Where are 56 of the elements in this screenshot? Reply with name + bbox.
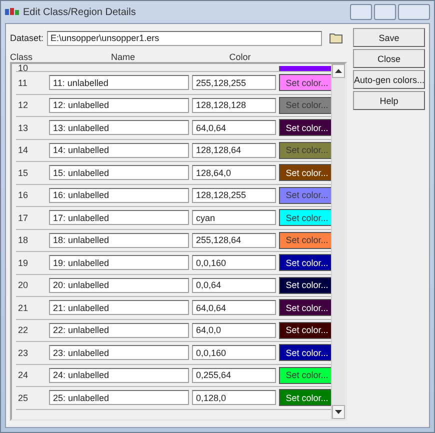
dataset-field[interactable]: E:\unsopper\unsopper1.ers (46, 30, 322, 46)
column-header: Name (110, 52, 136, 62)
column-header: Class (10, 52, 34, 62)
class-number: 17 (17, 212, 30, 223)
class-number: 13 (17, 122, 30, 133)
name-field[interactable]: 25: unlabelled (49, 390, 189, 406)
name-field[interactable]: 23: unlabelled (49, 345, 189, 360)
color-value-field[interactable]: 0,0,160 (192, 345, 276, 360)
color-value-field[interactable]: 128,128,255 (192, 188, 276, 203)
name-field[interactable]: 18: unlabelled (49, 232, 189, 248)
class-number: 20 (17, 280, 30, 290)
color-value-field[interactable]: 255,128,255 (192, 75, 276, 90)
color-value-field[interactable]: 0,255,64 (192, 368, 276, 383)
name-field[interactable]: 24: unlabelled (49, 368, 189, 383)
class-number: 11 (17, 78, 28, 88)
color-value-field[interactable]: 0,0,160 (192, 255, 276, 270)
class-number: 21 (17, 302, 30, 313)
class-number: 10 (17, 64, 30, 71)
color-value-field[interactable]: 0,128,0 (192, 390, 276, 406)
name-field[interactable]: 13: unlabelled (49, 120, 189, 136)
window-title: Edit Class/Region Details (23, 6, 137, 18)
class-number: 19 (17, 258, 30, 268)
column-header: Color (228, 52, 252, 62)
dialog-button[interactable]: Help (353, 91, 425, 110)
class-number: 18 (17, 235, 30, 246)
name-field[interactable]: 21: unlabelled (49, 300, 189, 316)
name-field[interactable]: 15: unlabelled (49, 165, 189, 180)
color-value-field[interactable]: 0,0,64 (192, 278, 276, 293)
class-number: 24 (17, 370, 30, 380)
class-number: 16 (17, 190, 30, 200)
dialog-button[interactable]: Save (353, 28, 425, 47)
class-number: 23 (17, 348, 30, 358)
color-value-field[interactable]: 64,0,64 (192, 300, 276, 316)
class-number: 25 (17, 392, 30, 403)
name-field[interactable]: 11: unlabelled (49, 75, 189, 90)
name-field[interactable]: 16: unlabelled (49, 188, 189, 203)
name-field[interactable]: 14: unlabelled (49, 142, 189, 158)
class-number: 12 (17, 100, 30, 110)
class-number: 15 (17, 168, 30, 178)
color-value-field[interactable]: 128,128,64 (192, 142, 276, 158)
color-value-field[interactable]: 64,0,0 (192, 322, 276, 338)
name-field[interactable]: 17: unlabelled (49, 210, 189, 226)
class-number: 22 (17, 325, 30, 336)
dataset-label: Dataset: (10, 33, 44, 43)
color-value-field[interactable]: 128,128,128 (192, 98, 276, 113)
class-number: 14 (17, 145, 30, 156)
color-value-field[interactable]: 64,0,64 (192, 120, 276, 136)
color-value-field[interactable]: cyan (192, 210, 276, 226)
name-field[interactable]: 19: unlabelled (49, 255, 189, 270)
dialog-button[interactable]: Auto-gen colors... (353, 70, 425, 89)
dialog-button[interactable]: Close (353, 49, 425, 68)
name-field[interactable]: 20: unlabelled (49, 278, 189, 293)
color-value-field[interactable]: 255,128,64 (192, 232, 276, 248)
name-field[interactable]: 22: unlabelled (49, 322, 189, 338)
name-field[interactable]: 12: unlabelled (49, 98, 189, 113)
color-value-field[interactable]: 128,64,0 (192, 165, 276, 180)
